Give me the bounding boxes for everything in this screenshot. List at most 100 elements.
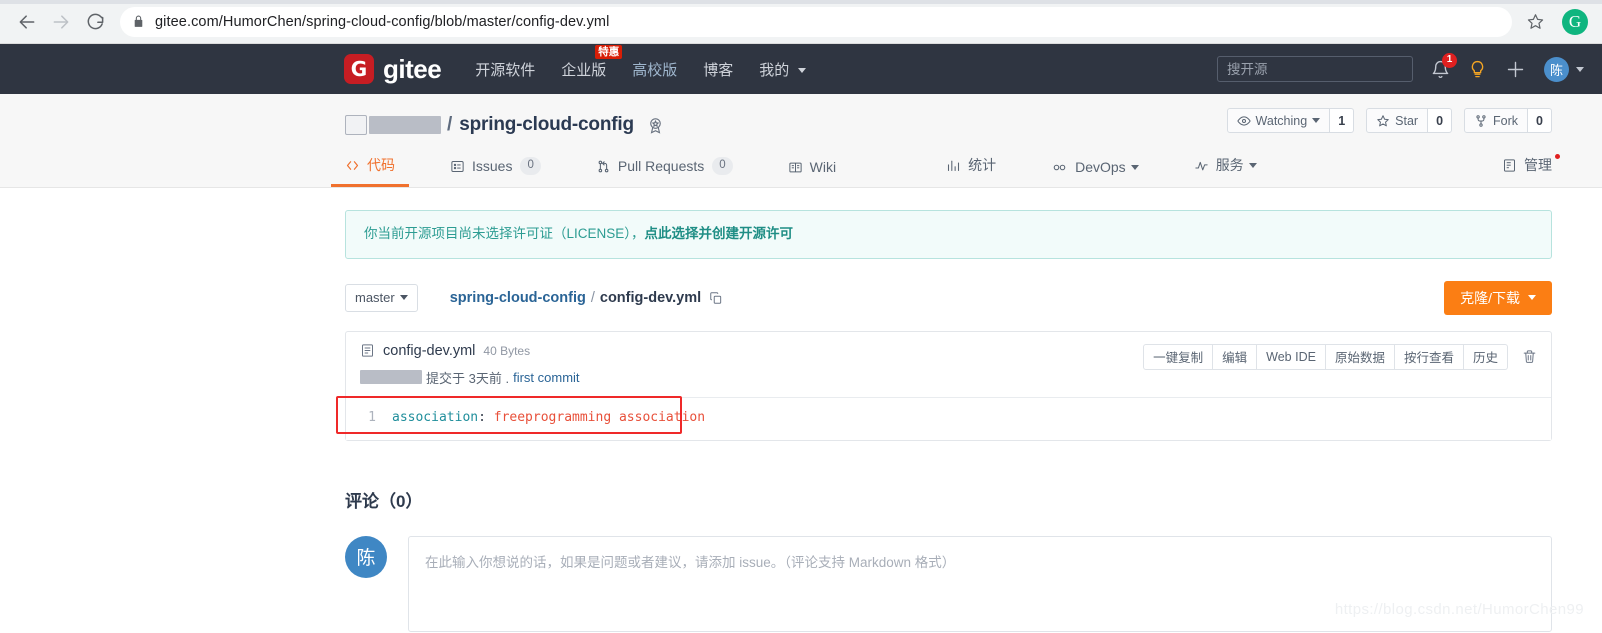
tab-devops[interactable]: DevOps xyxy=(1051,159,1139,186)
address-bar[interactable]: gitee.com/HumorChen/spring-cloud-config/… xyxy=(120,6,1512,37)
tab-services[interactable]: 服务 xyxy=(1194,155,1257,186)
chevron-down-icon xyxy=(1528,295,1536,301)
tab-count: 0 xyxy=(520,157,541,175)
license-banner: 你当前开源项目尚未选择许可证（LICENSE），点此选择并创建开源许可 xyxy=(345,210,1552,259)
star-icon[interactable] xyxy=(1520,7,1550,37)
url-text: gitee.com/HumorChen/spring-cloud-config/… xyxy=(155,13,610,30)
fork-button[interactable]: Fork xyxy=(1464,108,1529,133)
fork-button-group[interactable]: Fork 0 xyxy=(1464,108,1552,133)
file-action-group: 一键复制 编辑 Web IDE 原始数据 按行查看 历史 xyxy=(1143,343,1508,370)
watermark-text: https://blog.csdn.net/HumorChen99 xyxy=(1334,600,1584,618)
watch-button-group[interactable]: Watching 1 xyxy=(1226,108,1355,133)
breadcrumb-separator: / xyxy=(590,289,595,306)
commit-time-text: 提交于 3天前 . xyxy=(426,370,510,386)
user-avatar[interactable]: 陈 xyxy=(1544,56,1569,82)
gitee-brand-text: gitee xyxy=(383,53,442,84)
tab-label: Wiki xyxy=(809,159,837,175)
redacted-author xyxy=(360,370,422,385)
tab-count: 0 xyxy=(712,157,733,175)
path-bar: master spring-cloud-config / config-dev.… xyxy=(345,280,1552,315)
blame-button[interactable]: 按行查看 xyxy=(1394,343,1464,370)
code-line[interactable]: 1 association: freeprogramming associati… xyxy=(346,408,1551,428)
nav-item-label: 博客 xyxy=(703,61,734,79)
tab-label: 代码 xyxy=(367,157,395,173)
star-outline-icon xyxy=(1376,114,1390,128)
fork-icon xyxy=(1474,114,1488,128)
watch-label: Watching xyxy=(1255,113,1308,128)
nav-item-opensource[interactable]: 开源软件 xyxy=(475,59,535,80)
nav-item-label: 企业版 xyxy=(561,61,607,79)
lock-icon xyxy=(132,15,145,28)
forward-arrow-icon[interactable] xyxy=(44,5,78,39)
tab-label: 统计 xyxy=(968,157,997,173)
star-label: Star xyxy=(1395,113,1419,128)
browser-profile-icon[interactable]: G xyxy=(1562,8,1588,35)
watch-button[interactable]: Watching xyxy=(1226,108,1331,133)
file-header: config-dev.yml 40 Bytes 提交于 3天前 . first … xyxy=(346,332,1551,397)
yaml-colon: : xyxy=(478,409,486,425)
clone-download-button[interactable]: 克隆/下载 xyxy=(1444,280,1552,315)
star-count[interactable]: 0 xyxy=(1428,108,1453,133)
chevron-down-icon xyxy=(399,295,408,301)
browser-tabstrip xyxy=(0,0,1602,4)
eye-icon xyxy=(1236,114,1251,128)
reload-icon[interactable] xyxy=(78,5,112,39)
redacted-block xyxy=(345,115,367,135)
copy-all-button[interactable]: 一键复制 xyxy=(1143,343,1214,370)
license-banner-text: 你当前开源项目尚未选择许可证（LICENSE）， xyxy=(364,226,645,241)
breadcrumb-repo[interactable]: spring-cloud-config xyxy=(450,290,586,306)
nav-item-enterprise[interactable]: 企业版 特惠 xyxy=(561,44,623,80)
page-title[interactable]: spring-cloud-config xyxy=(459,114,634,136)
web-ide-button[interactable]: Web IDE xyxy=(1257,343,1326,370)
edit-button[interactable]: 编辑 xyxy=(1213,343,1258,370)
redacted-block xyxy=(369,116,441,134)
nav-item-mine[interactable]: 我的 xyxy=(759,59,807,80)
file-text-icon xyxy=(360,343,375,358)
tab-manage[interactable]: 管理 xyxy=(1502,154,1560,186)
gitee-logo[interactable]: G gitee xyxy=(344,53,442,85)
history-button[interactable]: 历史 xyxy=(1463,343,1508,370)
chevron-down-icon xyxy=(798,68,807,74)
copy-icon[interactable] xyxy=(709,291,723,305)
line-number: 1 xyxy=(368,409,376,425)
clone-label: 克隆/下载 xyxy=(1460,289,1520,306)
star-button-group[interactable]: Star 0 xyxy=(1366,108,1453,133)
code-content: 1 association: freeprogramming associati… xyxy=(346,396,1551,440)
star-button[interactable]: Star xyxy=(1366,108,1429,133)
nav-item-label: 我的 xyxy=(759,61,790,79)
back-arrow-icon[interactable] xyxy=(10,5,44,39)
promo-badge: 特惠 xyxy=(595,44,623,59)
yaml-value: freeprogramming association xyxy=(493,409,706,425)
trash-icon[interactable] xyxy=(1522,349,1537,364)
tab-issues[interactable]: Issues 0 xyxy=(450,157,541,186)
nav-right-cluster: 1 陈 xyxy=(1217,52,1588,82)
chevron-down-icon xyxy=(1130,164,1139,170)
commit-info: 提交于 3天前 . first commit xyxy=(360,368,1537,387)
award-badge-icon xyxy=(646,116,665,135)
code-icon xyxy=(345,158,360,173)
repo-owner-redacted[interactable] xyxy=(345,114,441,136)
nav-item-university[interactable]: 高校版 xyxy=(632,59,677,80)
branch-selector[interactable]: master xyxy=(345,283,418,312)
tab-label-wrap: 管理 xyxy=(1524,154,1560,175)
commit-message-link[interactable]: first commit xyxy=(513,370,579,385)
tab-code[interactable]: 代码 xyxy=(331,155,409,187)
file-viewer: config-dev.yml 40 Bytes 提交于 3天前 . first … xyxy=(345,330,1552,441)
fork-count[interactable]: 0 xyxy=(1528,108,1552,133)
raw-data-button[interactable]: 原始数据 xyxy=(1325,343,1395,370)
bell-icon[interactable]: 1 xyxy=(1431,52,1457,79)
lightbulb-icon[interactable] xyxy=(1468,60,1487,79)
comments-heading: 评论（0） xyxy=(345,491,423,511)
tab-wiki[interactable]: Wiki xyxy=(788,159,836,186)
tab-pull-requests[interactable]: Pull Requests 0 xyxy=(596,157,733,186)
repo-tab-bar: 代码 Issues 0 Pull Requests 0 Wiki 统计 DevO… xyxy=(0,140,1602,187)
watch-count[interactable]: 1 xyxy=(1330,108,1355,133)
plus-icon[interactable] xyxy=(1505,59,1526,80)
chevron-down-icon xyxy=(1248,162,1257,168)
tab-statistics[interactable]: 统计 xyxy=(946,155,996,186)
chevron-down-icon[interactable] xyxy=(1576,66,1584,72)
nav-item-blog[interactable]: 博客 xyxy=(703,59,733,80)
license-banner-link[interactable]: 点此选择并创建开源许可 xyxy=(645,226,794,241)
page-root: gitee.com/HumorChen/spring-cloud-config/… xyxy=(0,0,1602,632)
search-input[interactable] xyxy=(1217,56,1413,82)
